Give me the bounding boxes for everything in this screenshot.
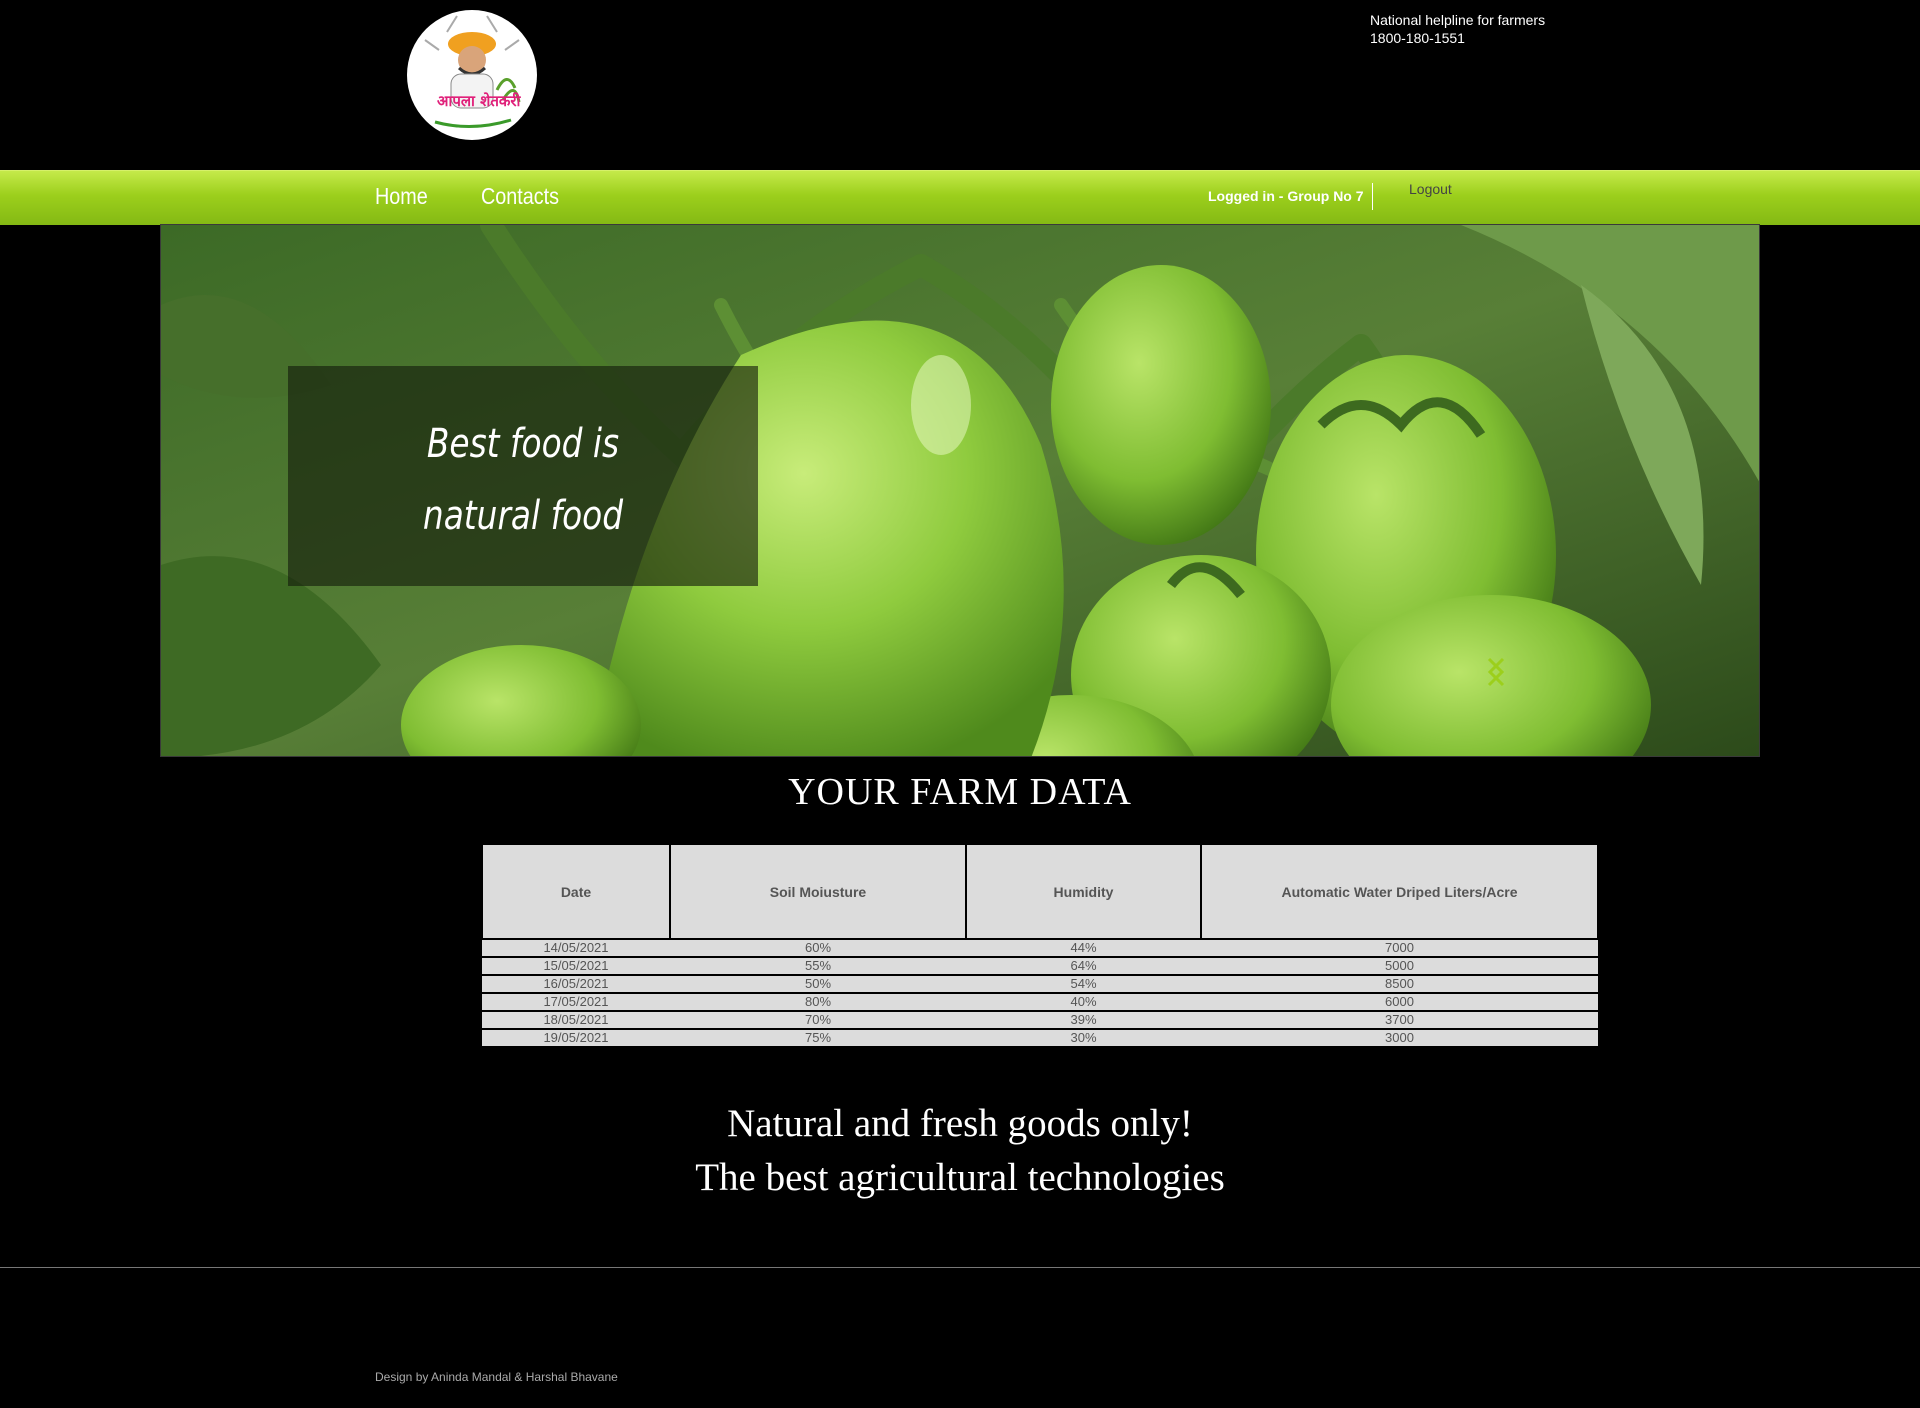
nav-divider <box>1372 183 1373 210</box>
logged-in-status: Logged in - Group No 7 <box>1208 188 1364 204</box>
helpline-label: National helpline for farmers <box>1370 12 1546 28</box>
cell-humidity: 39% <box>966 1010 1201 1029</box>
cell-soil-moisture: 50% <box>670 974 966 993</box>
cell-humidity: 54% <box>966 974 1201 993</box>
table-row: 17/05/2021 80% 40% 6000 <box>482 992 1598 1011</box>
table-row: 19/05/2021 75% 30% 3000 <box>482 1028 1598 1046</box>
hero-slideshow[interactable]: Best food is natural food <box>160 224 1760 757</box>
column-header-date: Date <box>481 843 671 940</box>
farmer-logo-icon: आपला शेतकरी <box>408 11 536 139</box>
tagline-line1: Natural and fresh goods only! <box>727 1102 1193 1145</box>
helpline-number: 1800-180-1551 <box>1370 30 1465 46</box>
cell-water: 8500 <box>1201 974 1598 993</box>
cell-humidity: 64% <box>966 956 1201 975</box>
table-header-row: Date Soil Moiusture Humidity Automatic W… <box>481 843 1599 940</box>
cell-water: 5000 <box>1201 956 1598 975</box>
cell-humidity: 44% <box>966 938 1201 957</box>
cell-date: 19/05/2021 <box>482 1028 670 1046</box>
cell-date: 14/05/2021 <box>482 938 670 957</box>
cell-water: 7000 <box>1201 938 1598 957</box>
cell-humidity: 30% <box>966 1028 1201 1046</box>
cell-humidity: 40% <box>966 992 1201 1011</box>
site-logo[interactable]: आपला शेतकरी <box>407 10 537 140</box>
cell-water: 3700 <box>1201 1010 1598 1029</box>
logout-link[interactable]: Logout <box>1409 181 1452 197</box>
hero-caption: Best food is natural food <box>288 366 758 586</box>
cell-soil-moisture: 60% <box>670 938 966 957</box>
nav-bar: Home Contacts Logged in - Group No 7 Log… <box>0 170 1920 225</box>
farm-data-title: YOUR FARM DATA <box>788 771 1132 813</box>
column-header-humidity: Humidity <box>965 843 1202 940</box>
cell-water: 6000 <box>1201 992 1598 1011</box>
cell-date: 15/05/2021 <box>482 956 670 975</box>
nav-home-link[interactable]: Home <box>375 183 428 210</box>
helpline: National helpline for farmers 1800-180-1… <box>1370 11 1545 47</box>
column-header-water-driped: Automatic Water Driped Liters/Acre <box>1200 843 1599 940</box>
table-row: 18/05/2021 70% 39% 3700 <box>482 1010 1598 1029</box>
table-row: 14/05/2021 60% 44% 7000 <box>482 938 1598 957</box>
tagline-line2: The best agricultural technologies <box>695 1156 1225 1199</box>
cell-soil-moisture: 55% <box>670 956 966 975</box>
cell-soil-moisture: 70% <box>670 1010 966 1029</box>
logo-wordmark: आपला शेतकरी <box>437 92 522 110</box>
cell-date: 18/05/2021 <box>482 1010 670 1029</box>
hero-caption-line2: natural food <box>422 493 624 539</box>
farm-data-table-wrap: Date Soil Moiusture Humidity Automatic W… <box>481 843 1599 1046</box>
tagline: Natural and fresh goods only! The best a… <box>0 1097 1920 1205</box>
hero-caption-line1: Best food is <box>426 421 620 467</box>
table-row: 16/05/2021 50% 54% 8500 <box>482 974 1598 993</box>
cell-water: 3000 <box>1201 1028 1598 1046</box>
cell-date: 17/05/2021 <box>482 992 670 1011</box>
cell-soil-moisture: 75% <box>670 1028 966 1046</box>
chevron-right-icon[interactable] <box>1486 657 1506 687</box>
column-header-soil-moisture: Soil Moiusture <box>669 843 967 940</box>
nav-contacts-link[interactable]: Contacts <box>481 183 559 210</box>
footer-credits: Design by Aninda Mandal & Harshal Bhavan… <box>375 1370 618 1384</box>
footer-divider <box>0 1267 1920 1268</box>
slideshow-arrows <box>1486 657 1532 687</box>
farm-data-table: Date Soil Moiusture Humidity Automatic W… <box>481 843 1599 1046</box>
cell-date: 16/05/2021 <box>482 974 670 993</box>
table-row: 15/05/2021 55% 64% 5000 <box>482 956 1598 975</box>
cell-soil-moisture: 80% <box>670 992 966 1011</box>
